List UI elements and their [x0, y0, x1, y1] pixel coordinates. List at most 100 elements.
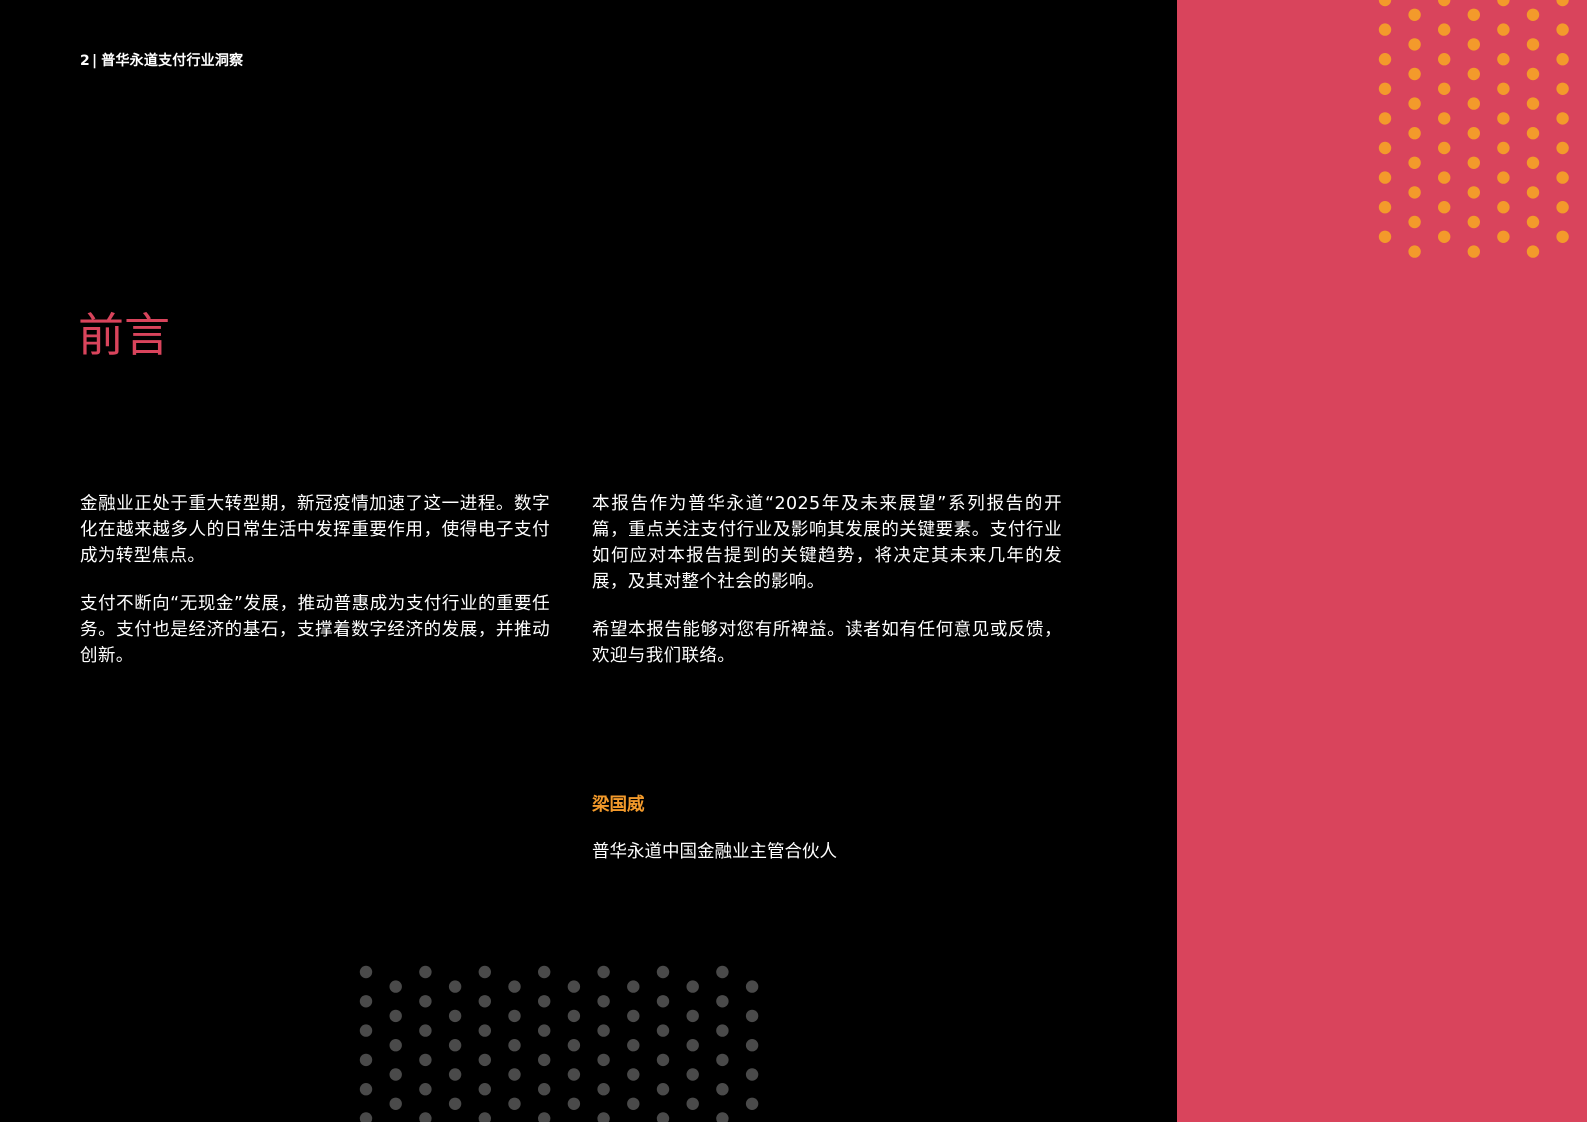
pattern-dot — [538, 1024, 551, 1037]
pattern-dot — [1408, 127, 1421, 140]
pattern-dot — [448, 1009, 462, 1023]
pattern-dot — [448, 1097, 462, 1110]
pattern-dot — [1526, 97, 1540, 110]
pattern-dot — [1467, 8, 1480, 21]
pattern-dot — [359, 1024, 373, 1037]
pattern-dot — [597, 995, 610, 1008]
pattern-dot — [478, 1024, 491, 1037]
pattern-dot — [1497, 230, 1510, 243]
pattern-dot — [716, 1053, 729, 1067]
pattern-dot — [567, 1039, 581, 1052]
pattern-dot — [1378, 53, 1392, 66]
pattern-dot — [419, 1024, 432, 1037]
pattern-dot — [1497, 201, 1510, 214]
pattern-dot — [508, 1097, 521, 1110]
pattern-dot — [508, 1068, 521, 1081]
pattern-dot — [538, 1083, 551, 1096]
pattern-dot — [1438, 0, 1451, 7]
pattern-dot — [359, 995, 373, 1008]
running-header: 2 | 普华永道支付行业洞察 — [80, 50, 243, 70]
pattern-dot — [656, 1112, 670, 1122]
pattern-dot — [716, 1024, 729, 1037]
pattern-dot — [419, 965, 432, 979]
pattern-dot — [1526, 186, 1540, 199]
pattern-dot — [1378, 82, 1392, 96]
pattern-dot — [597, 1053, 610, 1067]
pattern-dot — [1438, 171, 1451, 184]
pattern-dot — [745, 1039, 759, 1052]
report-title: 普华永道支付行业洞察 — [101, 53, 244, 69]
pattern-dot — [538, 995, 551, 1008]
pattern-dot — [1556, 171, 1569, 184]
pattern-dot — [1556, 23, 1569, 36]
pattern-dot — [1408, 156, 1421, 169]
pattern-dot — [359, 1053, 373, 1067]
pattern-dot — [1378, 230, 1392, 243]
pattern-dot — [419, 995, 432, 1008]
pattern-dot — [597, 1083, 610, 1096]
pattern-dot — [1438, 23, 1451, 36]
pattern-dot — [1438, 230, 1451, 243]
pattern-dot — [686, 1097, 699, 1110]
pattern-dot — [1378, 171, 1392, 184]
pattern-dot — [745, 1068, 759, 1081]
pattern-dot — [389, 1097, 402, 1110]
pattern-dot — [656, 1053, 670, 1067]
orange-dot-pattern — [1378, 0, 1569, 258]
pattern-dot — [1408, 186, 1421, 199]
pattern-dot — [1408, 67, 1421, 81]
pattern-dot — [1556, 141, 1569, 155]
page-number: 2 — [80, 53, 90, 69]
pattern-dot — [1408, 38, 1421, 51]
pattern-dot — [1497, 53, 1510, 66]
pattern-dot — [1497, 141, 1510, 155]
pattern-dot — [478, 1112, 491, 1122]
grey-dot-pattern — [359, 965, 759, 1122]
pattern-dot — [1467, 186, 1480, 199]
pattern-dot — [538, 1053, 551, 1067]
section-title: 前言 — [78, 308, 170, 362]
pattern-dot — [1497, 0, 1510, 7]
pattern-dot — [686, 1039, 699, 1052]
pattern-dot — [1556, 82, 1569, 96]
pattern-dot — [1467, 215, 1480, 229]
pattern-dot — [745, 1097, 759, 1110]
pattern-dot — [1526, 215, 1540, 229]
pattern-dot — [1556, 230, 1569, 243]
pattern-dot — [686, 1009, 699, 1023]
pattern-dot — [597, 1024, 610, 1037]
pattern-dot — [508, 980, 521, 993]
pattern-dot — [1467, 97, 1480, 110]
pattern-dot — [1526, 38, 1540, 51]
pattern-dot — [1556, 201, 1569, 214]
pattern-dot — [419, 1053, 432, 1067]
pattern-dot — [448, 1039, 462, 1052]
pattern-dot — [478, 995, 491, 1008]
pattern-dot — [478, 965, 491, 979]
pattern-dot — [448, 1068, 462, 1081]
pattern-dot — [627, 1039, 640, 1052]
pattern-dot — [597, 965, 610, 979]
pattern-dot — [1497, 23, 1510, 36]
pattern-dot — [359, 965, 373, 979]
pattern-dot — [1467, 38, 1480, 51]
pattern-dot — [389, 980, 402, 993]
pattern-dot — [1438, 53, 1451, 66]
pattern-dot — [478, 1083, 491, 1096]
pattern-dot — [627, 1009, 640, 1023]
pattern-dot — [1438, 201, 1451, 214]
pattern-dot — [419, 1083, 432, 1096]
accent-panel — [1177, 0, 1587, 1122]
signature-title: 普华永道中国金融业主管合伙人 — [592, 842, 837, 862]
pattern-dot — [538, 1112, 551, 1122]
pattern-dot — [1467, 67, 1480, 81]
pattern-dot — [1556, 0, 1569, 7]
pattern-dot — [1408, 215, 1421, 229]
right-column: 本报告作为普华永道“2025年及未来展望”系列报告的开篇，重点关注支付行业及影响… — [592, 491, 1062, 691]
pattern-dot — [1497, 171, 1510, 184]
pattern-dot — [1438, 112, 1451, 125]
left-column: 金融业正处于重大转型期，新冠疫情加速了这一进程。数字化在越来越多人的日常生活中发… — [80, 491, 550, 691]
pattern-dot — [1408, 245, 1421, 258]
pattern-dot — [1438, 141, 1451, 155]
pattern-dot — [1526, 156, 1540, 169]
